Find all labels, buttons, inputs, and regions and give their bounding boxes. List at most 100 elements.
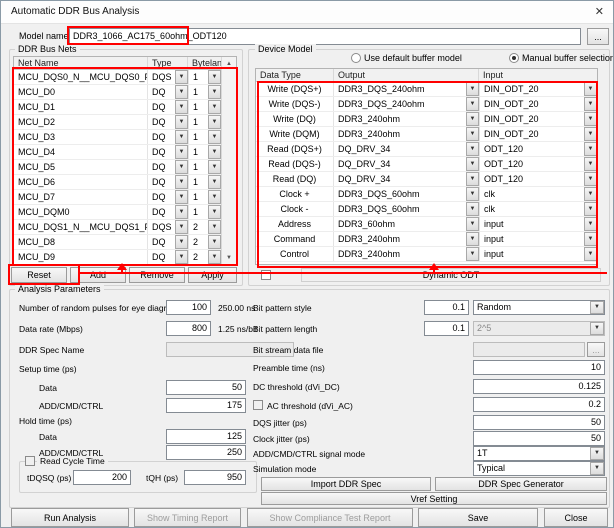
chevron-down-icon[interactable]: ▼: [208, 70, 221, 84]
scroll-down-icon[interactable]: ▼: [222, 251, 236, 265]
chevron-down-icon[interactable]: ▼: [466, 142, 479, 156]
chevron-down-icon[interactable]: ▼: [208, 220, 221, 234]
dc-threshold-input[interactable]: 0.125: [473, 379, 605, 394]
chevron-down-icon[interactable]: ▼: [208, 250, 221, 264]
chevron-down-icon[interactable]: ▼: [175, 220, 188, 234]
scroll-up-icon[interactable]: ▲: [222, 57, 236, 71]
chevron-down-icon[interactable]: ▼: [584, 217, 597, 231]
table-row[interactable]: MCU_D5DQ▼1▼: [14, 160, 236, 175]
chevron-down-icon[interactable]: ▼: [208, 100, 221, 114]
hold-data-input[interactable]: 125: [166, 429, 246, 444]
ac-threshold-input[interactable]: 0.2: [473, 397, 605, 412]
chevron-down-icon[interactable]: ▼: [175, 190, 188, 204]
dynamic-odt-checkbox[interactable]: [261, 270, 271, 280]
table-row[interactable]: MCU_DQS0_N__MCU_DQS0_PDQS▼1▼: [14, 70, 236, 85]
chevron-down-icon[interactable]: ▼: [175, 115, 188, 129]
chevron-down-icon[interactable]: ▼: [584, 112, 597, 126]
table-row[interactable]: Clock +DDR3_DQS_60ohm▼clk▼: [256, 187, 597, 202]
chevron-down-icon[interactable]: ▼: [584, 202, 597, 216]
tqh-input[interactable]: 950: [184, 470, 246, 485]
tdqsq-input[interactable]: 200: [73, 470, 131, 485]
chevron-down-icon[interactable]: ▼: [175, 145, 188, 159]
chevron-down-icon[interactable]: ▼: [208, 190, 221, 204]
column-header-bytelane[interactable]: Bytelane: [188, 57, 221, 69]
column-header-data-type[interactable]: Data Type: [256, 69, 334, 81]
chevron-down-icon[interactable]: ▼: [466, 202, 479, 216]
chevron-down-icon[interactable]: ▼: [466, 127, 479, 141]
dynamic-odt-button[interactable]: Dynamic ODT: [301, 268, 601, 282]
chevron-down-icon[interactable]: ▼: [208, 235, 221, 249]
chevron-down-icon[interactable]: ▼: [584, 187, 597, 201]
bit-length-input[interactable]: 0.1: [424, 321, 469, 336]
table-row[interactable]: MCU_D0DQ▼1▼: [14, 85, 236, 100]
chevron-down-icon[interactable]: ▼: [208, 85, 221, 99]
chevron-down-icon[interactable]: ▼: [466, 232, 479, 246]
table-row[interactable]: ControlDDR3_240ohm▼input▼: [256, 247, 597, 262]
table-row[interactable]: Read (DQS+)DQ_DRV_34▼ODT_120▼: [256, 142, 597, 157]
table-row[interactable]: MCU_D6DQ▼1▼: [14, 175, 236, 190]
chevron-down-icon[interactable]: ▼: [584, 82, 597, 96]
vref-setting-button[interactable]: Vref Setting: [261, 492, 607, 505]
chevron-down-icon[interactable]: ▼: [208, 205, 221, 219]
table-row[interactable]: MCU_D2DQ▼1▼: [14, 115, 236, 130]
close-icon[interactable]: ✕: [595, 5, 604, 18]
dqs-jitter-input[interactable]: 50: [473, 415, 605, 430]
read-cycle-checkbox[interactable]: [25, 456, 35, 466]
table-row[interactable]: MCU_D4DQ▼1▼: [14, 145, 236, 160]
setup-acc-input[interactable]: 175: [166, 398, 246, 413]
table-row[interactable]: MCU_D1DQ▼1▼: [14, 100, 236, 115]
chevron-down-icon[interactable]: ▼: [208, 160, 221, 174]
chevron-down-icon[interactable]: ▼: [590, 462, 604, 475]
reset-button[interactable]: Reset: [11, 267, 67, 283]
datarate-input[interactable]: 800: [166, 321, 211, 336]
chevron-down-icon[interactable]: ▼: [175, 235, 188, 249]
bit-style-input[interactable]: 0.1: [424, 300, 469, 315]
chevron-down-icon[interactable]: ▼: [175, 100, 188, 114]
chevron-down-icon[interactable]: ▼: [584, 247, 597, 261]
model-name-input[interactable]: DDR3_1066_AC175_60ohm_ODT120: [69, 28, 581, 45]
column-header-output[interactable]: Output: [334, 69, 479, 81]
table-row[interactable]: Write (DQS+)DDR3_DQS_240ohm▼DIN_ODT_20▼: [256, 82, 597, 97]
table-row[interactable]: Write (DQM)DDR3_240ohm▼DIN_ODT_20▼: [256, 127, 597, 142]
chevron-down-icon[interactable]: ▼: [584, 232, 597, 246]
table-row[interactable]: CommandDDR3_240ohm▼input▼: [256, 232, 597, 247]
chevron-down-icon[interactable]: ▼: [175, 160, 188, 174]
chevron-down-icon[interactable]: ▼: [208, 130, 221, 144]
chevron-down-icon[interactable]: ▼: [175, 130, 188, 144]
column-header-type[interactable]: Type: [148, 57, 188, 69]
add-button[interactable]: Add: [70, 267, 126, 283]
chevron-down-icon[interactable]: ▼: [466, 97, 479, 111]
chevron-down-icon[interactable]: ▼: [466, 157, 479, 171]
chevron-down-icon[interactable]: ▼: [175, 250, 188, 264]
bit-style-select[interactable]: Random▼: [473, 300, 605, 315]
chevron-down-icon[interactable]: ▼: [466, 187, 479, 201]
chevron-down-icon[interactable]: ▼: [466, 217, 479, 231]
ddr-spec-generator-button[interactable]: DDR Spec Generator: [435, 477, 607, 491]
table-row[interactable]: MCU_DQS1_N__MCU_DQS1_PDQS▼2▼: [14, 220, 236, 235]
chevron-down-icon[interactable]: ▼: [584, 97, 597, 111]
table-row[interactable]: MCU_D7DQ▼1▼: [14, 190, 236, 205]
chevron-down-icon[interactable]: ▼: [175, 85, 188, 99]
chevron-down-icon[interactable]: ▼: [208, 175, 221, 189]
bus-nets-scrollbar[interactable]: ▲ ▼: [221, 57, 236, 265]
chevron-down-icon[interactable]: ▼: [466, 112, 479, 126]
table-row[interactable]: Read (DQS-)DQ_DRV_34▼ODT_120▼: [256, 157, 597, 172]
sim-mode-select[interactable]: Typical▼: [473, 461, 605, 476]
pulses-input[interactable]: 100: [166, 300, 211, 315]
table-row[interactable]: MCU_D9DQ▼2▼: [14, 250, 236, 265]
import-ddr-spec-button[interactable]: Import DDR Spec: [261, 477, 431, 491]
chevron-down-icon[interactable]: ▼: [584, 172, 597, 186]
model-browse-button[interactable]: ...: [587, 28, 609, 45]
clock-jitter-input[interactable]: 50: [473, 431, 605, 446]
chevron-down-icon[interactable]: ▼: [175, 205, 188, 219]
column-header-input[interactable]: Input: [479, 69, 597, 81]
remove-button[interactable]: Remove: [129, 267, 185, 283]
chevron-down-icon[interactable]: ▼: [590, 301, 604, 314]
table-row[interactable]: AddressDDR3_60ohm▼input▼: [256, 217, 597, 232]
chevron-down-icon[interactable]: ▼: [584, 157, 597, 171]
chevron-down-icon[interactable]: ▼: [466, 172, 479, 186]
chevron-down-icon[interactable]: ▼: [584, 127, 597, 141]
table-row[interactable]: MCU_DQM0DQ▼1▼: [14, 205, 236, 220]
chevron-down-icon[interactable]: ▼: [466, 82, 479, 96]
chevron-down-icon[interactable]: ▼: [175, 175, 188, 189]
